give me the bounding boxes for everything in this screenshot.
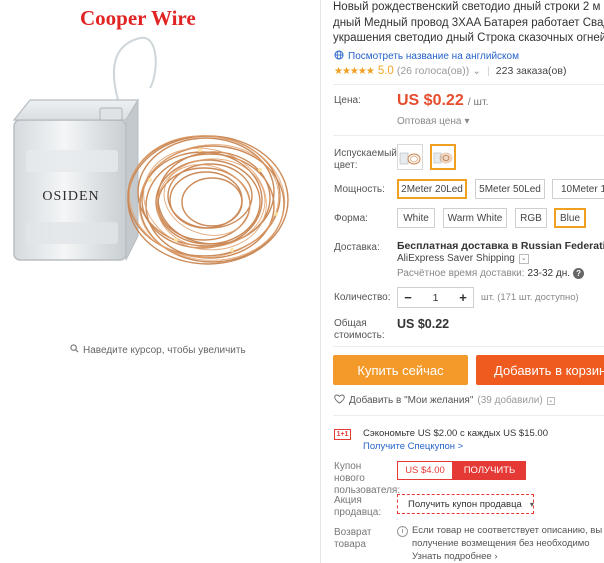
shape-option-rgb[interactable]: RGB	[515, 208, 547, 228]
product-title: Новый рождественский светодио дный строк…	[333, 0, 604, 47]
shipping-method[interactable]: AliExpress Saver Shipping ⌄	[397, 253, 529, 264]
help-icon[interactable]: ?	[573, 268, 585, 279]
rating-row: ★★★★★ 5.0 (26 голоса(ов)) ⌄ | 223 заказа…	[334, 65, 566, 77]
separator: |	[487, 65, 490, 77]
returns-label: Возврат товара	[334, 527, 372, 550]
heart-icon	[334, 394, 345, 407]
price: US $0.22 / шт.	[397, 92, 489, 110]
product-details: Новый рождественский светодио дный строк…	[321, 0, 604, 563]
promo-text: Сэкономьте US $2.00 с каждых US $15.00	[363, 428, 548, 439]
divider-line	[333, 84, 604, 85]
quantity-input[interactable]: 1	[418, 292, 453, 304]
wishlist-count: (39 добавили)	[477, 395, 543, 406]
wholesale-price-toggle[interactable]: Оптовая цена ▾	[397, 116, 469, 127]
color-swatch-1[interactable]	[397, 144, 423, 170]
special-coupon-link[interactable]: Получите Спецкупон >	[363, 441, 463, 452]
quantity-label: Количество:	[334, 292, 391, 303]
power-option-10m[interactable]: 10Meter 10	[552, 179, 604, 199]
product-image[interactable]: OSIDEN Cooper Wire	[0, 0, 318, 330]
returns-line: Если товар не соответствует описанию, вы…	[412, 525, 604, 536]
rating-value: 5.0	[377, 65, 394, 77]
translate-link[interactable]: Посмотреть название на английском	[334, 50, 519, 63]
shape-label: Форма:	[334, 213, 368, 224]
shipping-method-name: AliExpress Saver Shipping	[397, 253, 515, 264]
box-brand-text: OSIDEN	[42, 189, 99, 204]
returns-line: получение возмещения без необходимо	[412, 538, 590, 549]
chevron-right-icon: ›	[494, 551, 498, 562]
orders-count: 223 заказа(ов)	[495, 65, 567, 77]
quantity-decrease-button[interactable]: −	[398, 290, 418, 305]
seller-coupon-label: Получить купон продавца	[408, 498, 522, 510]
power-label: Мощность:	[334, 184, 385, 195]
buy-now-button[interactable]: Купить сейчас	[333, 355, 468, 385]
power-option-2m[interactable]: 2Meter 20Led	[397, 179, 467, 199]
votes-link[interactable]: (26 голоса(ов))	[397, 65, 469, 77]
image-caption: Cooper Wire	[80, 6, 196, 30]
wishlist-label: Добавить в "Мои желания"	[349, 395, 474, 406]
price-value: US $0.22	[397, 92, 464, 109]
shipping-title: Бесплатная доставка в Russian Federation…	[397, 240, 604, 252]
quantity-increase-button[interactable]: +	[453, 290, 473, 305]
divider-line	[333, 346, 604, 347]
title-line: украшения светодио дный Строка сказочных…	[333, 32, 604, 44]
wholesale-label: Оптовая цена	[397, 116, 462, 127]
title-line: Новый рождественский светодио дный строк…	[333, 1, 604, 13]
shipping-time: Расчётное время доставки: 23-32 дн. ?	[397, 268, 585, 279]
info-icon: i	[397, 526, 408, 537]
quantity-availability: шт. (171 шт. доступно)	[481, 292, 579, 303]
coupon-tag-icon: 1+1	[334, 429, 351, 440]
seller-coupon-dropdown[interactable]: Получить купон продавца ▾	[397, 494, 534, 514]
returns-text: Если товар не соответствует описанию, вы…	[412, 524, 604, 563]
total-value: US $0.22	[397, 317, 450, 331]
chevron-down-icon: ▾	[464, 116, 470, 127]
shape-option-blue[interactable]: Blue	[554, 208, 586, 228]
shipping-label: Доставка:	[334, 242, 380, 253]
globe-icon	[334, 50, 344, 63]
product-photo-svg: OSIDEN	[12, 36, 289, 265]
copper-coil	[127, 135, 289, 265]
divider-line	[333, 135, 604, 136]
power-option-5m[interactable]: 5Meter 50Led	[475, 179, 545, 199]
title-line: дный Медный провод 3XAA Батарея работает…	[333, 16, 604, 29]
color-swatch-2[interactable]	[430, 144, 456, 170]
zoom-hint: Наведите курсор, чтобы увеличить	[70, 344, 246, 356]
add-to-cart-button[interactable]: Добавить в корзин	[476, 355, 604, 385]
get-coupon-button[interactable]: ПОЛУЧИТЬ	[453, 461, 526, 480]
chevron-down-icon[interactable]: ⌄	[518, 253, 529, 264]
product-gallery: OSIDEN Cooper Wire Наведите курсор, чтоб…	[0, 0, 318, 563]
learn-more-label: Узнать подробнее	[412, 551, 492, 562]
divider-line	[333, 415, 604, 416]
color-label: Испускаемый цвет:	[334, 148, 397, 171]
shipping-time-value: 23-32 дн.	[527, 268, 571, 279]
zoom-hint-text: Наведите курсор, чтобы увеличить	[83, 344, 246, 356]
seller-promo-label: Акция продавца:	[334, 495, 382, 518]
rating-stars: ★★★★★	[334, 65, 375, 77]
chevron-down-icon: ▾	[529, 499, 534, 509]
price-label: Цена:	[334, 95, 361, 106]
translate-label: Посмотреть название на английском	[348, 51, 519, 62]
wishlist-link[interactable]: Добавить в "Мои желания" (39 добавили) ⌄	[334, 394, 555, 407]
total-label: Общая стоимость:	[334, 318, 385, 341]
chevron-down-icon[interactable]: ⌄	[546, 396, 555, 405]
new-user-coupon-label: Купон нового пользователя:	[334, 461, 401, 496]
quantity-stepper: − 1 +	[397, 287, 474, 308]
magnifier-icon	[70, 344, 79, 356]
coupon-amount: US $4.00	[397, 461, 453, 480]
price-unit: / шт.	[467, 96, 489, 108]
votes-chevron-icon[interactable]: ⌄	[472, 65, 481, 77]
shipping-time-label: Расчётное время доставки:	[397, 268, 525, 279]
shape-option-white[interactable]: White	[397, 208, 435, 228]
shape-option-warm-white[interactable]: Warm White	[443, 208, 507, 228]
learn-more-link[interactable]: Узнать подробнее ›	[412, 550, 604, 563]
